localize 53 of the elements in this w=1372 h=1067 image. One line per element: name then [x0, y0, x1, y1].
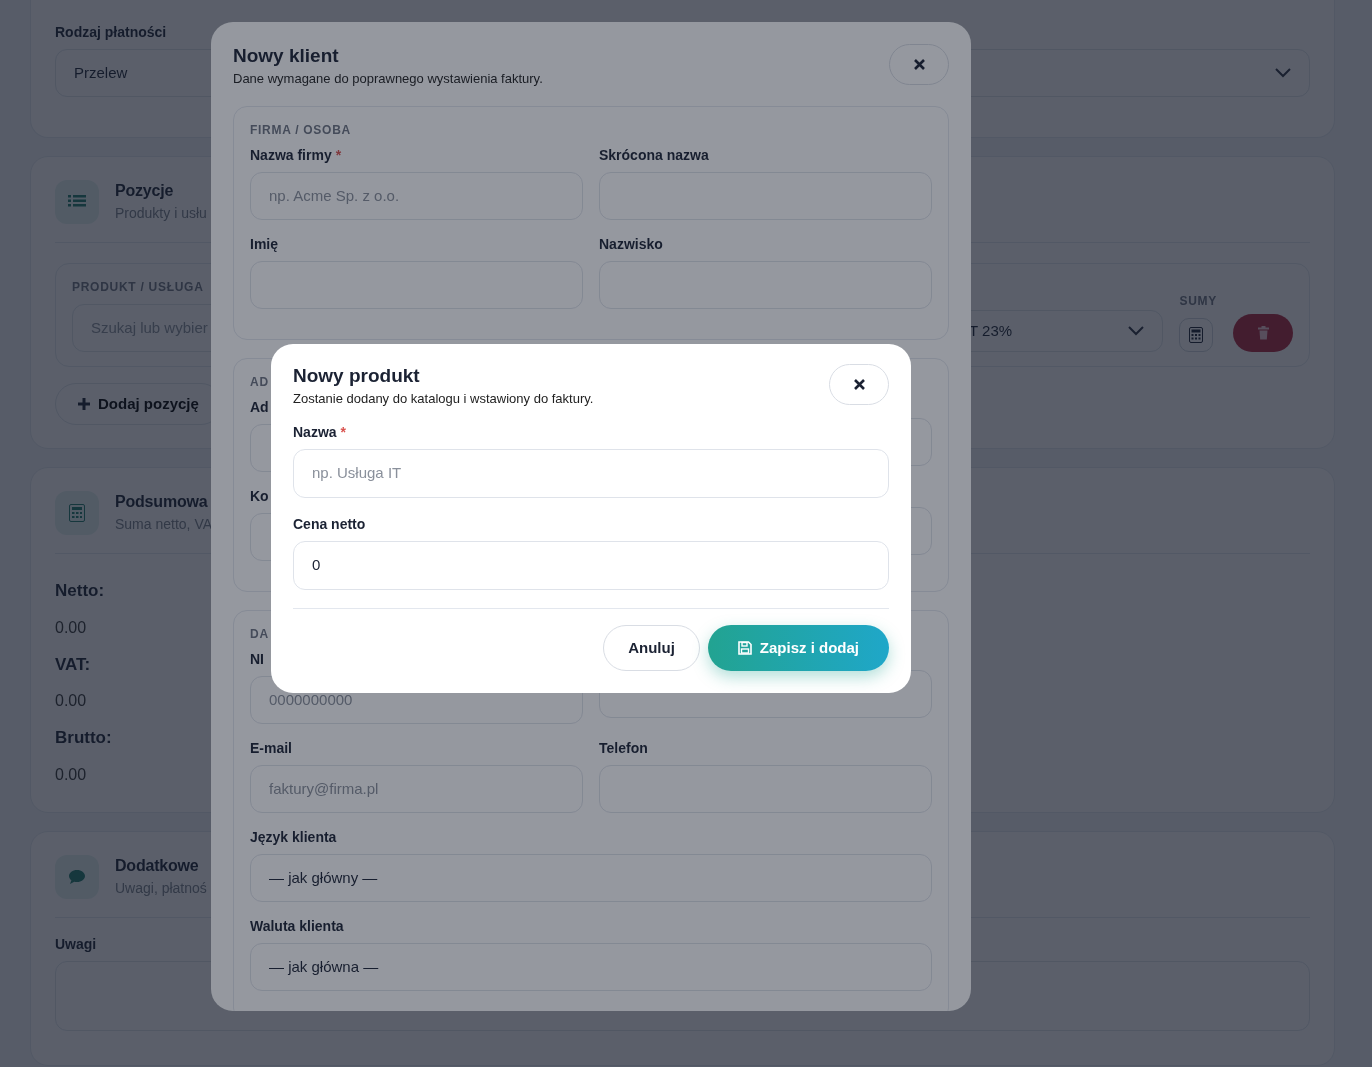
field-label: Nazwa firmy * — [250, 146, 342, 166]
field-label: Cena netto — [293, 515, 366, 535]
field-label: NI — [250, 650, 264, 670]
save-button[interactable]: Zapisz i dodaj — [707, 625, 889, 672]
close-icon — [853, 379, 865, 390]
close-button[interactable] — [829, 364, 889, 405]
close-button[interactable] — [889, 44, 949, 85]
cancel-button[interactable]: Anuluj — [603, 625, 700, 672]
trash-icon — [1257, 326, 1269, 340]
input-field[interactable]: np. Acme Sp. z o.o. — [250, 172, 583, 221]
input-field[interactable]: 0 — [293, 541, 889, 591]
input-field[interactable]: np. Usługa IT — [293, 449, 889, 499]
field-label: Rodzaj płatności — [55, 23, 167, 42]
close-icon — [913, 59, 925, 70]
total-label: Brutto: — [55, 727, 112, 749]
card-title: Pozycje — [115, 181, 175, 201]
field-label: Uwagi — [55, 935, 97, 954]
field-label: Ko — [250, 487, 269, 507]
field-label: Ad — [250, 398, 269, 418]
card-title: Podsumowa — [115, 492, 209, 512]
calculator-icon — [1189, 327, 1204, 343]
select-field[interactable]: — jak główny — — [250, 854, 932, 903]
modal-subtitle: Dane wymagane do poprawnego wystawienia faktury. — [233, 69, 543, 88]
total-value: 0.00 — [55, 691, 87, 711]
modal-title: Nowy klient — [233, 44, 340, 68]
input-field[interactable]: faktury@firma.pl — [250, 765, 583, 814]
field-label: Skrócona nazwa — [599, 146, 709, 166]
select-field[interactable]: — jak główna — — [250, 943, 932, 992]
field-label: Waluta klienta — [250, 917, 344, 937]
section-heading: DA — [250, 626, 269, 644]
delete-button[interactable] — [1233, 314, 1293, 352]
field-label: Język klienta — [250, 828, 337, 848]
card-title: Dodatkowe — [115, 856, 200, 876]
field-label: Telefon — [599, 739, 648, 759]
total-label: VAT: — [55, 653, 91, 676]
modal-title: Nowy produkt — [293, 364, 421, 388]
field-label: Nazwisko — [599, 235, 663, 255]
section-heading: FIRMA / OSOBA — [250, 122, 351, 140]
plus-icon — [78, 398, 90, 410]
field-label: Imię — [250, 235, 278, 255]
chat-bubble-icon — [68, 868, 86, 885]
field-label: E-mail — [250, 739, 292, 759]
modal-subtitle: Zostanie dodany do katalogu i wstawiony do faktury. — [293, 389, 594, 408]
total-value: 0.00 — [55, 617, 87, 638]
chevron-down-icon — [1275, 68, 1291, 78]
total-value: 0.00 — [55, 764, 87, 785]
section-heading: AD — [250, 374, 269, 392]
calculator-button[interactable] — [1179, 318, 1214, 352]
calculator-icon — [69, 503, 85, 522]
list-icon — [68, 193, 86, 210]
field-label: Nazwa * — [293, 423, 347, 443]
chevron-down-icon — [1128, 326, 1145, 336]
total-label: Netto: — [55, 580, 105, 602]
